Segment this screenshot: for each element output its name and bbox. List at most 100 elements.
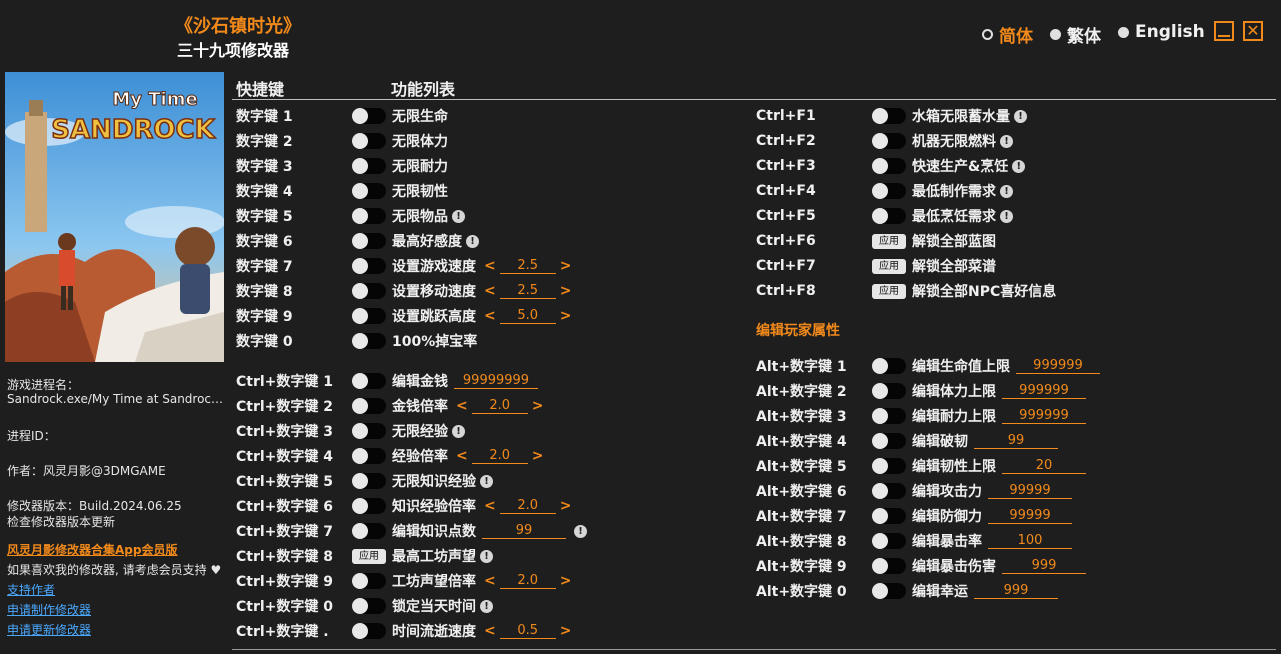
toggle-switch[interactable]	[352, 523, 386, 539]
toggle-switch[interactable]	[352, 283, 386, 299]
decrease-arrow-icon[interactable]: <	[456, 398, 468, 414]
cheat-row: 数字键 6 最高好感度!	[236, 230, 756, 252]
cheat-control: 编辑体力上限 999999	[872, 381, 1086, 401]
check-update-link[interactable]: 检查修改器版本更新	[7, 513, 115, 530]
cheat-row: Ctrl+F8 应用 解锁全部NPC喜好信息	[756, 280, 1276, 302]
toggle-switch[interactable]	[872, 558, 906, 574]
feature-label: 知识经验倍率	[392, 499, 476, 515]
app-member-link[interactable]: 风灵月影修改器合集App会员版	[7, 541, 177, 558]
warning-icon: !	[466, 234, 479, 248]
value-input[interactable]: 999999	[1002, 408, 1086, 424]
minimize-icon[interactable]	[1214, 21, 1234, 41]
value-input[interactable]: 999	[974, 583, 1058, 599]
cheat-control: 编辑生命值上限 999999	[872, 356, 1100, 376]
toggle-switch[interactable]	[352, 233, 386, 249]
value-input[interactable]: 5.0	[499, 308, 556, 324]
value-input[interactable]: 99	[482, 523, 566, 539]
decrease-arrow-icon[interactable]: <	[484, 283, 496, 299]
toggle-switch[interactable]	[352, 373, 386, 389]
value-input[interactable]: 999999	[1002, 383, 1086, 399]
toggle-switch[interactable]	[352, 448, 386, 464]
value-input[interactable]: 999999	[1016, 358, 1100, 374]
increase-arrow-icon[interactable]: >	[560, 623, 572, 639]
value-input[interactable]: 2.5	[499, 283, 556, 299]
apply-button[interactable]: 应用	[872, 283, 906, 299]
toggle-switch[interactable]	[352, 208, 386, 224]
increase-arrow-icon[interactable]: >	[560, 258, 572, 274]
toggle-switch[interactable]	[352, 133, 386, 149]
hotkey-label: 数字键 6	[236, 234, 293, 250]
toggle-switch[interactable]	[352, 573, 386, 589]
apply-button[interactable]: 应用	[352, 548, 386, 564]
author-text: 作者：风灵月影@3DMGAME	[7, 464, 166, 478]
toggle-switch[interactable]	[872, 383, 906, 399]
toggle-switch[interactable]	[352, 473, 386, 489]
request-make-link[interactable]: 申请制作修改器	[7, 601, 91, 618]
apply-button[interactable]: 应用	[872, 233, 906, 249]
increase-arrow-icon[interactable]: >	[560, 283, 572, 299]
toggle-switch[interactable]	[872, 533, 906, 549]
toggle-switch[interactable]	[352, 623, 386, 639]
toggle-switch[interactable]	[872, 208, 906, 224]
decrease-arrow-icon[interactable]: <	[484, 623, 496, 639]
toggle-switch[interactable]	[352, 158, 386, 174]
value-input[interactable]: 999	[1002, 558, 1086, 574]
value-input[interactable]: 99999	[988, 483, 1072, 499]
increase-arrow-icon[interactable]: >	[560, 573, 572, 589]
increase-arrow-icon[interactable]: >	[532, 398, 544, 414]
toggle-switch[interactable]	[872, 183, 906, 199]
toggle-switch[interactable]	[872, 158, 906, 174]
value-input[interactable]: 20	[1002, 458, 1086, 474]
hotkey-label: Ctrl+数字键 1	[236, 374, 334, 390]
increase-arrow-icon[interactable]: >	[560, 498, 572, 514]
toggle-switch[interactable]	[352, 308, 386, 324]
value-input[interactable]: 0.5	[499, 623, 556, 639]
toggle-switch[interactable]	[352, 183, 386, 199]
support-author-link[interactable]: 支持作者	[7, 581, 55, 598]
apply-button[interactable]: 应用	[872, 258, 906, 274]
decrease-arrow-icon[interactable]: <	[484, 573, 496, 589]
toggle-switch[interactable]	[352, 498, 386, 514]
toggle-switch[interactable]	[872, 408, 906, 424]
value-input[interactable]: 99999999	[454, 373, 538, 389]
lang-english-option[interactable]: English	[1118, 22, 1205, 42]
cheat-row: Ctrl+数字键 . 时间流逝速度 <0.5 >	[236, 620, 756, 642]
value-input[interactable]: 99999	[988, 508, 1072, 524]
decrease-arrow-icon[interactable]: <	[484, 498, 496, 514]
toggle-switch[interactable]	[872, 483, 906, 499]
value-input[interactable]: 2.0	[471, 448, 528, 464]
toggle-switch[interactable]	[872, 508, 906, 524]
cheat-control: 无限经验!	[352, 421, 465, 441]
toggle-switch[interactable]	[352, 258, 386, 274]
cheat-control: 编辑破韧 99	[872, 431, 1058, 451]
warning-icon: !	[480, 474, 493, 488]
increase-arrow-icon[interactable]: >	[560, 308, 572, 324]
toggle-switch[interactable]	[872, 133, 906, 149]
value-input[interactable]: 2.0	[499, 573, 556, 589]
request-update-link[interactable]: 申请更新修改器	[7, 621, 91, 638]
toggle-switch[interactable]	[352, 333, 386, 349]
toggle-switch[interactable]	[872, 583, 906, 599]
toggle-switch[interactable]	[352, 423, 386, 439]
decrease-arrow-icon[interactable]: <	[484, 308, 496, 324]
warning-icon: !	[1000, 184, 1013, 198]
decrease-arrow-icon[interactable]: <	[456, 448, 468, 464]
toggle-switch[interactable]	[352, 598, 386, 614]
toggle-switch[interactable]	[872, 108, 906, 124]
warning-icon: !	[480, 549, 493, 563]
value-input[interactable]: 100	[988, 533, 1072, 549]
toggle-switch[interactable]	[352, 108, 386, 124]
toggle-switch[interactable]	[352, 398, 386, 414]
value-input[interactable]: 2.0	[499, 498, 556, 514]
close-icon[interactable]: ✕	[1243, 21, 1263, 41]
lang-traditional-option[interactable]: 繁体	[1050, 22, 1101, 47]
toggle-switch[interactable]	[872, 358, 906, 374]
toggle-switch[interactable]	[872, 458, 906, 474]
lang-simplified-option[interactable]: 简体	[982, 22, 1033, 47]
decrease-arrow-icon[interactable]: <	[484, 258, 496, 274]
increase-arrow-icon[interactable]: >	[532, 448, 544, 464]
value-input[interactable]: 99	[974, 433, 1058, 449]
value-input[interactable]: 2.0	[471, 398, 528, 414]
toggle-switch[interactable]	[872, 433, 906, 449]
value-input[interactable]: 2.5	[499, 258, 556, 274]
